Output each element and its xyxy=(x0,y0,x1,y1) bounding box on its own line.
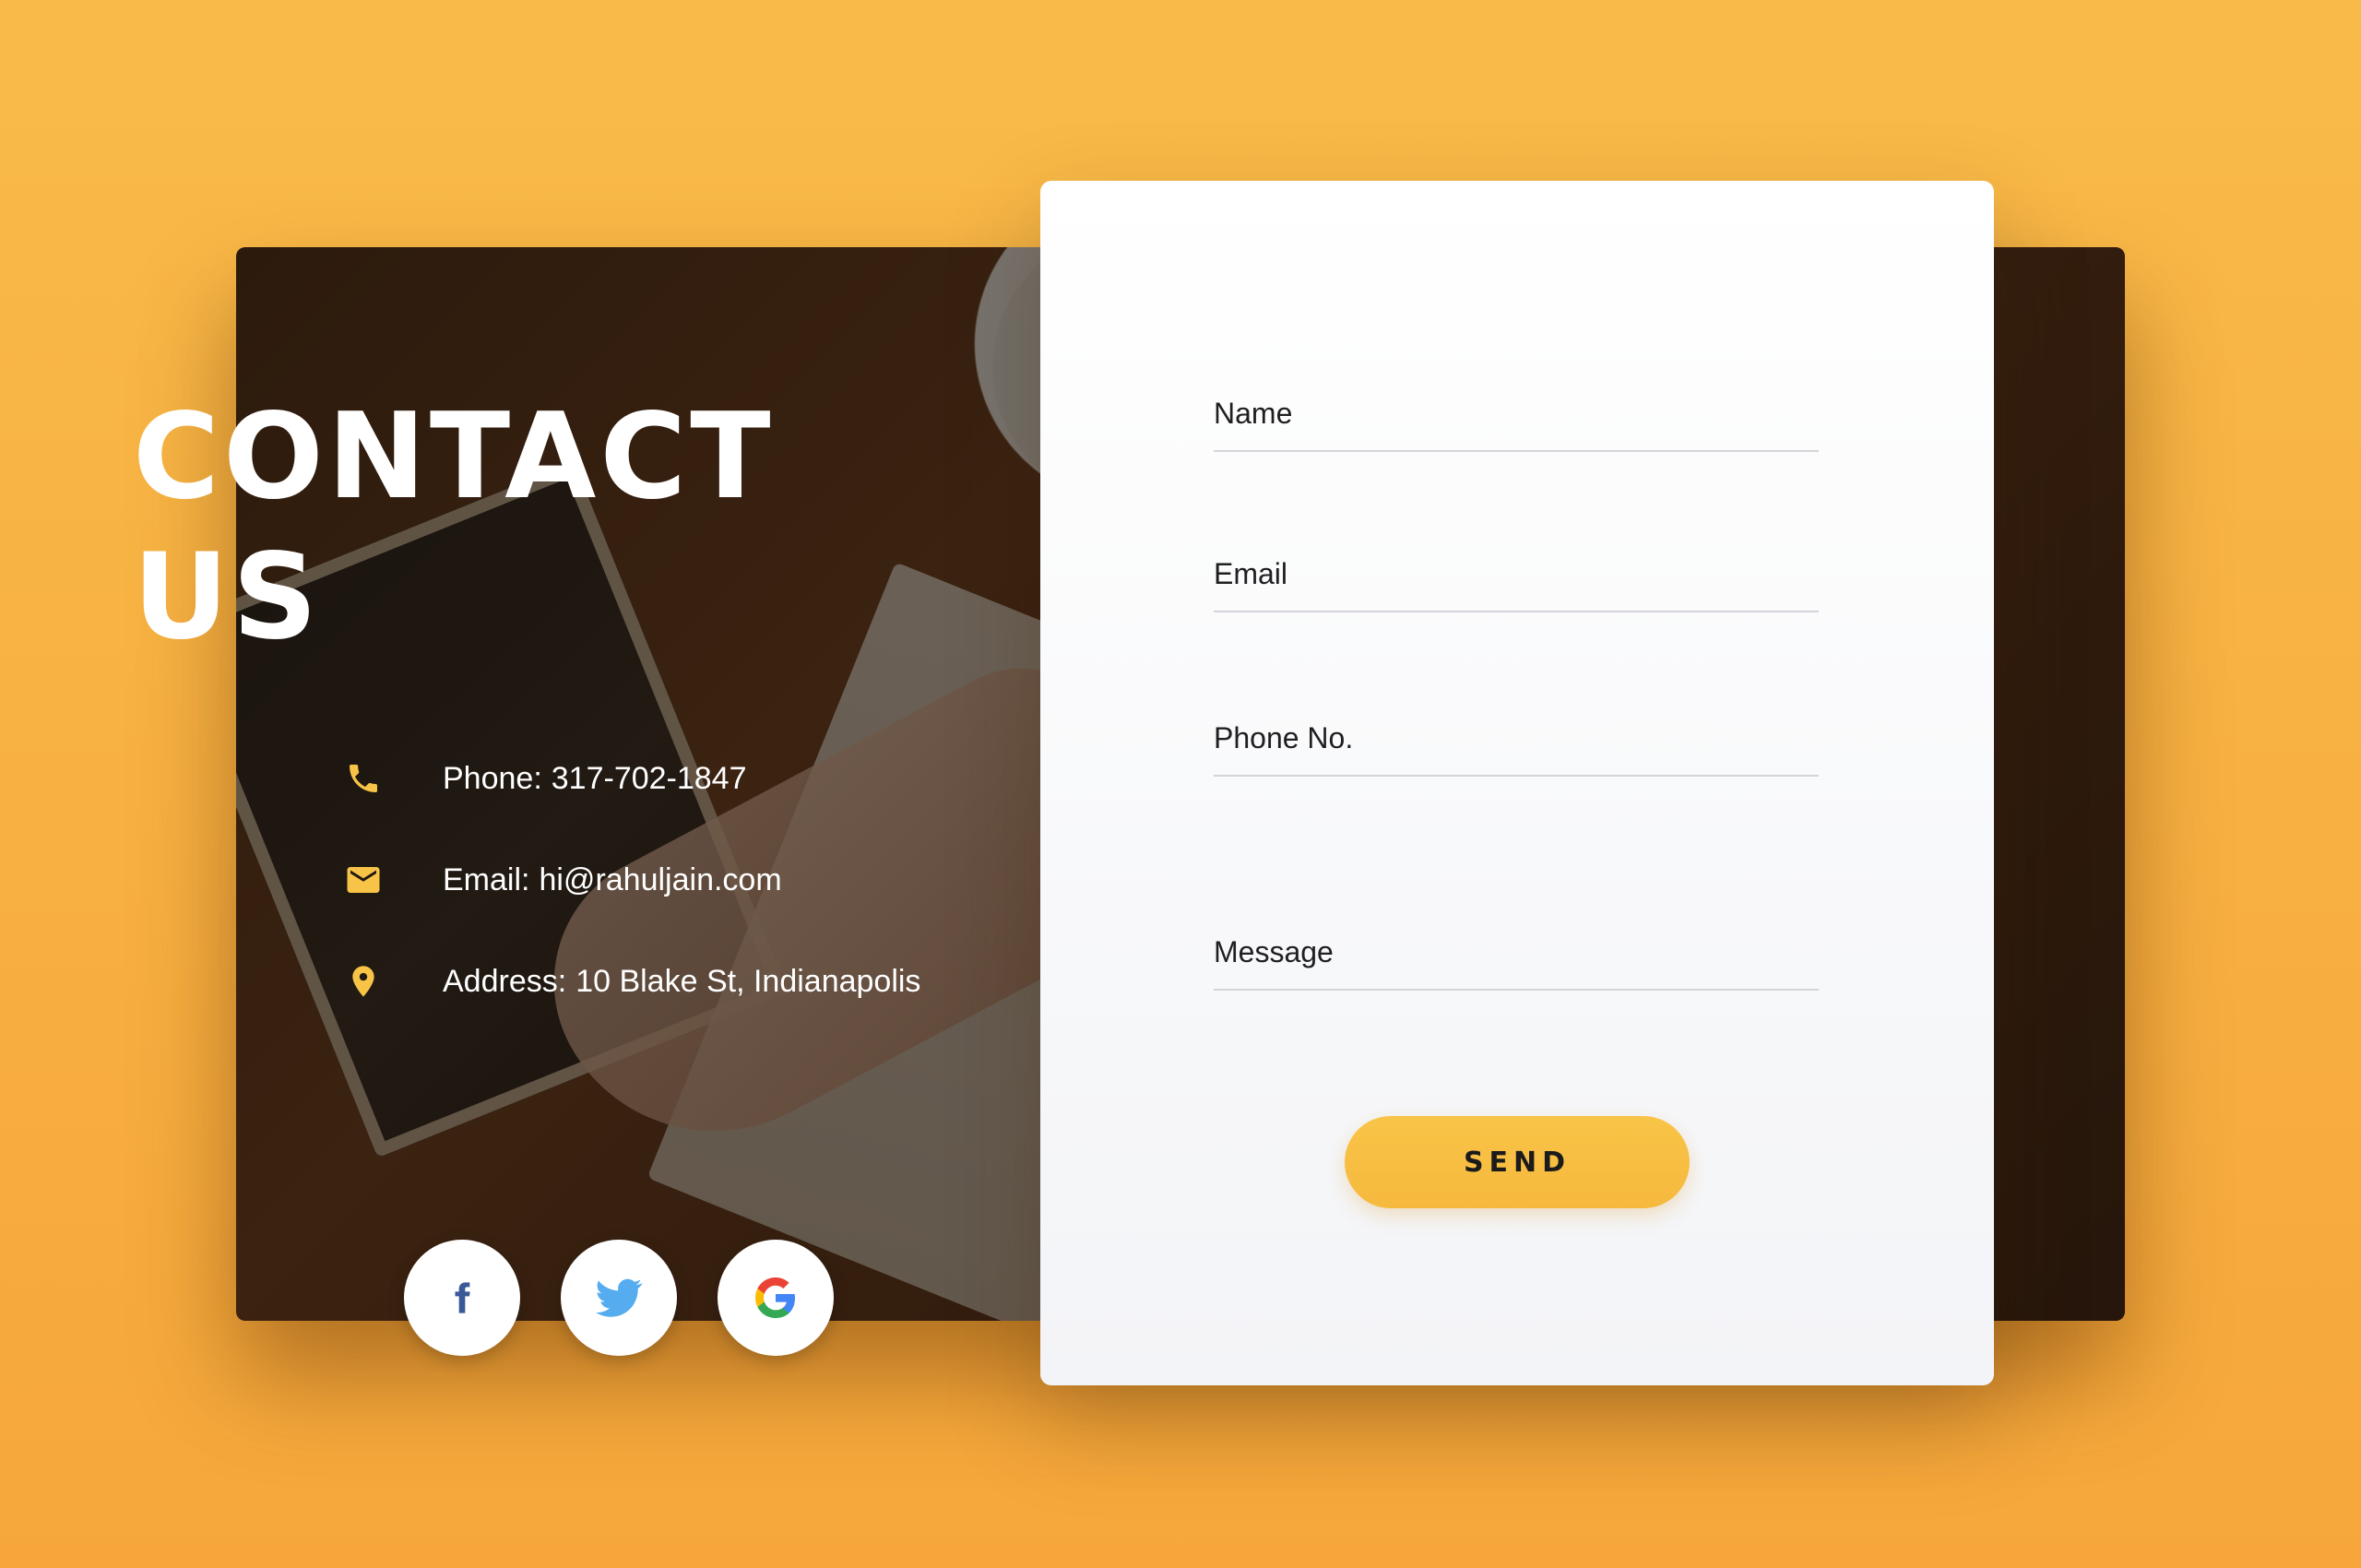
twitter-button[interactable] xyxy=(561,1240,677,1356)
email-label: Email: xyxy=(443,861,530,897)
email-field[interactable]: Email xyxy=(1214,555,1819,612)
email-input[interactable] xyxy=(1214,555,1819,611)
name-field[interactable]: Name xyxy=(1214,395,1819,452)
google-button[interactable] xyxy=(718,1240,834,1356)
mail-icon xyxy=(343,860,384,900)
phone-value: 317-702-1847 xyxy=(551,760,747,796)
contact-address-row: Address: 10 Blake St, Indianapolis xyxy=(343,961,920,1002)
phone-label: Phone: xyxy=(443,760,542,796)
phone-icon xyxy=(343,758,384,799)
message-field[interactable]: Message xyxy=(1214,933,1819,991)
location-pin-icon xyxy=(343,961,384,1002)
phone-input[interactable] xyxy=(1214,719,1819,775)
contact-email-row: Email: hi@rahuljain.com xyxy=(343,860,782,900)
facebook-button[interactable] xyxy=(404,1240,520,1356)
title-line-2: US xyxy=(133,529,322,666)
facebook-icon xyxy=(455,1282,470,1313)
title-line-1: CONTACT xyxy=(133,388,775,526)
page-title: CONTACT US xyxy=(133,387,775,668)
social-links xyxy=(404,1240,874,1356)
google-icon xyxy=(755,1277,795,1318)
message-input[interactable] xyxy=(1214,933,1819,989)
name-input[interactable] xyxy=(1214,395,1819,450)
phone-field[interactable]: Phone No. xyxy=(1214,719,1819,777)
address-value: 10 Blake St, Indianapolis xyxy=(575,963,921,999)
email-value: hi@rahuljain.com xyxy=(539,861,782,897)
contact-phone-row: Phone: 317-702-1847 xyxy=(343,758,747,799)
send-button[interactable]: SEND xyxy=(1345,1116,1690,1208)
twitter-icon xyxy=(596,1278,643,1317)
address-label: Address: xyxy=(443,963,567,999)
